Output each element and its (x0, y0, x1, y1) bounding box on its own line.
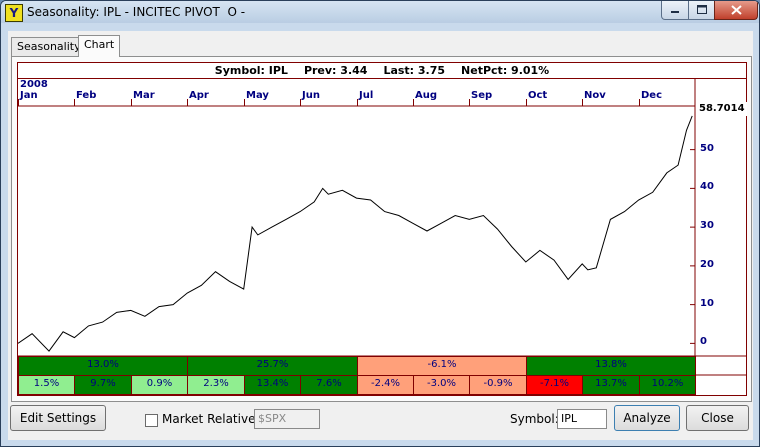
title-bar[interactable]: Y Seasonality: IPL - INCITEC PIVOT O - (1, 1, 759, 23)
month-return-dec: 10.2% (639, 375, 696, 395)
y-tick-label: 0 (700, 336, 707, 348)
y-tick-label: 50 (700, 142, 714, 154)
price-chart (18, 79, 746, 395)
month-label-feb: Feb (76, 90, 97, 101)
month-label-dec: Dec (641, 90, 663, 101)
month-label-nov: Nov (584, 90, 606, 101)
maximize-icon (696, 5, 707, 14)
month-return-jul: -2.4% (357, 375, 414, 395)
seasonality-window: Y Seasonality: IPL - INCITEC PIVOT O - S… (0, 0, 760, 447)
analyze-button[interactable]: Analyze (614, 405, 680, 431)
y-tick-label: 30 (700, 220, 714, 232)
quarter-return-q2: 25.7% (187, 356, 358, 376)
market-relative-label: Market Relative: (162, 412, 260, 426)
month-return-feb: 9.7% (74, 375, 132, 395)
month-return-jun: 7.6% (300, 375, 358, 395)
month-return-may: 13.4% (244, 375, 301, 395)
market-relative-checkbox[interactable] (145, 414, 158, 427)
month-return-sep: -0.9% (469, 375, 527, 395)
quarter-return-q1: 13.0% (18, 356, 188, 376)
month-return-aug: -3.0% (413, 375, 470, 395)
last-price-label: 58.7014 (696, 102, 747, 116)
month-label-apr: Apr (189, 90, 209, 101)
minimize-button[interactable] (661, 1, 689, 20)
edit-settings-button[interactable]: Edit Settings (10, 405, 106, 431)
month-return-mar: 0.9% (131, 375, 188, 395)
quarter-return-q4: 13.8% (526, 356, 696, 376)
month-label-jul: Jul (359, 90, 374, 101)
y-tick-label: 40 (700, 181, 714, 193)
symbol-input[interactable]: IPL (557, 409, 607, 429)
close-button[interactable]: Close (686, 405, 749, 431)
client-area: Seasonality Chart Symbol: IPL Prev: 3.44… (8, 31, 753, 440)
symbol-label: Symbol: (510, 412, 559, 426)
market-relative-field[interactable]: $SPX (254, 409, 320, 429)
minimize-icon (671, 10, 679, 13)
tab-seasonality[interactable]: Seasonality (11, 37, 87, 56)
month-label-mar: Mar (133, 90, 155, 101)
month-label-aug: Aug (415, 90, 438, 101)
y-tick-label: 20 (700, 258, 714, 270)
app-logo-icon: Y (5, 4, 23, 22)
month-label-jun: Jun (302, 90, 320, 101)
quarter-return-q3: -6.1% (357, 356, 527, 376)
maximize-button[interactable] (688, 1, 715, 20)
month-return-oct: -7.1% (526, 375, 583, 395)
month-return-apr: 2.3% (187, 375, 245, 395)
price-series-line (18, 115, 693, 352)
month-label-may: May (246, 90, 269, 101)
close-icon (730, 4, 742, 15)
chart-year-label: 2008 (20, 79, 48, 90)
close-window-button[interactable] (714, 1, 758, 20)
y-tick-label: 10 (700, 297, 714, 309)
month-label-jan: Jan (20, 90, 38, 101)
month-return-jan: 1.5% (18, 375, 75, 395)
month-label-sep: Sep (471, 90, 493, 101)
window-title: Seasonality: IPL - INCITEC PIVOT O - (27, 5, 246, 19)
tab-chart[interactable]: Chart (78, 35, 121, 57)
chart-area: Symbol: IPL Prev: 3.44 Last: 3.75 NetPct… (17, 62, 747, 396)
month-label-oct: Oct (528, 90, 548, 101)
chart-tab-panel: Symbol: IPL Prev: 3.44 Last: 3.75 NetPct… (11, 56, 752, 402)
month-return-nov: 13.7% (582, 375, 640, 395)
